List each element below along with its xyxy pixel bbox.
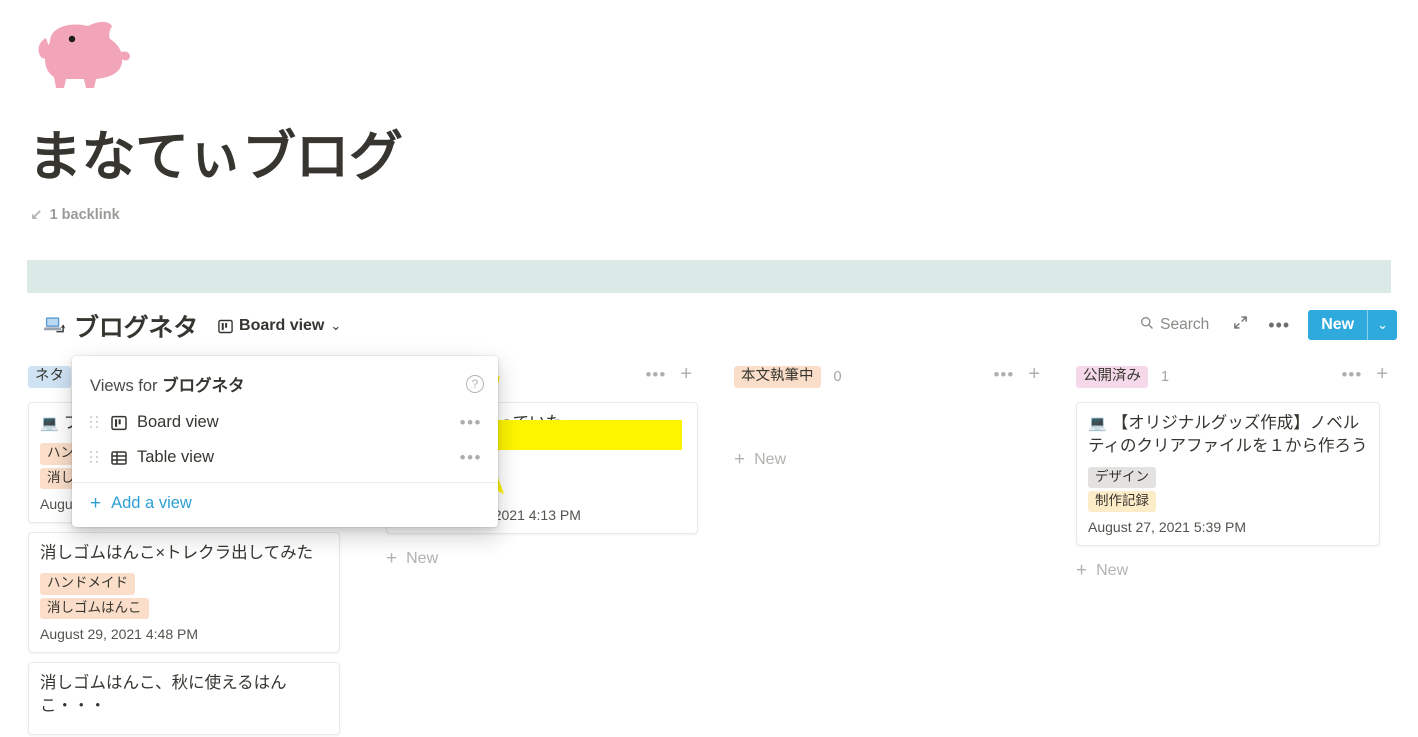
views-popup-title: Views for ブログネタ [90,372,245,396]
views-popup-item-table[interactable]: Table view ••• [72,440,498,475]
card-date: August 27, 2021 5:39 PM [1088,519,1246,536]
new-button[interactable]: New ⌄ [1308,310,1397,340]
search-label: Search [1160,316,1210,333]
card-tag: ハンドメイド [40,573,135,595]
teal-divider-band [27,260,1391,293]
status-badge: 公開済み [1076,365,1148,389]
database-toolbar: Search ••• New ⌄ [1140,310,1397,340]
add-view-label: Add a view [111,494,192,512]
column-actions: ••• + [1341,364,1388,384]
board-column-honbun: 本文執筆中 0 ••• + + New [716,362,1064,469]
card-tag: デザイン [1088,466,1156,489]
more-options-icon[interactable]: ••• [1258,315,1300,336]
board-card[interactable]: 消しゴムはんこ、秋に使えるはんこ・・・ [28,661,340,735]
laptop-icon: 💻 [40,415,59,432]
laptop-icon: 💻 [1088,415,1107,432]
column-count: 1 [1161,369,1170,385]
status-badge: 本文執筆中 [734,365,821,389]
backlink-label: 1 backlink [49,207,120,223]
views-popup-title-prefix: Views for [90,377,163,395]
plus-icon: + [1076,560,1088,582]
views-popup-item-label: Table view [137,448,215,466]
card-date: August 29, 2021 4:48 PM [40,625,198,642]
status-badge: ネタ [28,365,71,389]
board-column-koukai: 公開済み 1 ••• + 💻 【オリジナルグッズ作成】ノベルティのクリアファイルを… [1058,362,1398,580]
plus-icon: + [734,449,746,470]
column-header: 公開済み 1 ••• + [1058,362,1398,392]
add-card-label: New [406,549,439,567]
column-actions: ••• + [993,364,1040,384]
views-popup: Views for ブログネタ ? Board view ••• Table v… [72,356,498,527]
add-view-button[interactable]: + Add a view [72,483,498,527]
views-popup-title-db: ブログネタ [162,377,245,395]
database-title-group: ブログネタ Board view ⌄ [43,308,341,344]
column-add-icon[interactable]: + [1028,364,1040,384]
expand-arrows-icon[interactable] [1223,315,1258,335]
database-title[interactable]: ブログネタ [74,308,198,344]
views-popup-item-board[interactable]: Board view ••• [72,405,498,440]
column-add-icon[interactable]: + [1376,364,1388,384]
view-switcher-button[interactable]: Board view ⌄ [218,317,341,335]
board-card[interactable]: 消しゴムはんこ×トレクラ出してみた ハンドメイド 消しゴムはんこ August … [28,531,340,653]
search-icon [1140,316,1154,335]
board-view-icon [111,415,127,431]
plus-icon: + [90,493,102,514]
drag-handle-icon[interactable] [90,416,99,429]
card-title-text: 【オリジナルグッズ作成】ノベルティのクリアファイルを１から作ろう [1088,414,1368,456]
table-view-icon [111,450,127,466]
column-add-icon[interactable]: + [680,364,692,384]
page-title[interactable]: まなてぃブログ [28,126,403,188]
current-view-label: Board view [239,317,325,334]
views-popup-item-more-icon[interactable]: ••• [460,414,482,431]
backlink[interactable]: ↙ 1 backlink [30,207,120,223]
column-count: 0 [833,369,842,385]
database-header: ブログネタ Board view ⌄ Search ••• New ⌄ [0,308,1418,348]
add-card-button[interactable]: + New [368,543,716,568]
plus-icon: + [386,548,398,570]
search-button[interactable]: Search [1140,316,1223,335]
card-title: 消しゴムはんこ、秋に使えるはんこ・・・ [40,673,287,716]
laptop-arrow-icon [43,314,65,339]
card-title: 💻 【オリジナルグッズ作成】ノベルティのクリアファイルを１から作ろう [1088,412,1368,459]
views-popup-item-label: Board view [137,413,219,431]
notion-page: まなてぃブログ ↙ 1 backlink ブログネタ Board view ⌄ … [0,0,1418,737]
card-list: 💻 【オリジナルグッズ作成】ノベルティのクリアファイルを１から作ろう デザイン 制… [1058,402,1398,547]
backlink-arrow-icon: ↙ [30,206,43,224]
help-icon[interactable]: ? [466,375,484,393]
add-card-button[interactable]: + New [1058,555,1398,580]
column-header: 本文執筆中 0 ••• + [716,362,1064,392]
views-popup-header: Views for ブログネタ ? [72,362,498,405]
add-card-label: New [1096,561,1129,579]
views-popup-item-more-icon[interactable]: ••• [460,449,482,466]
board-card[interactable]: 💻 【オリジナルグッズ作成】ノベルティのクリアファイルを１から作ろう デザイン 制… [1076,402,1380,547]
drag-handle-icon[interactable] [90,451,99,464]
add-card-label: New [754,450,787,468]
pig-icon[interactable] [28,12,138,92]
chevron-down-icon: ⌄ [330,318,342,333]
new-button-chevron-icon[interactable]: ⌄ [1368,310,1397,340]
card-title: 消しゴムはんこ×トレクラ出してみた [40,543,314,562]
board-view-icon [218,319,233,334]
column-more-icon[interactable]: ••• [1341,366,1362,383]
column-more-icon[interactable]: ••• [993,366,1014,383]
card-tag: 消しゴムはんこ [40,597,149,619]
card-tag: 制作記録 [1088,491,1156,513]
add-card-button[interactable]: + New [716,444,1064,469]
new-button-label: New [1321,316,1355,333]
